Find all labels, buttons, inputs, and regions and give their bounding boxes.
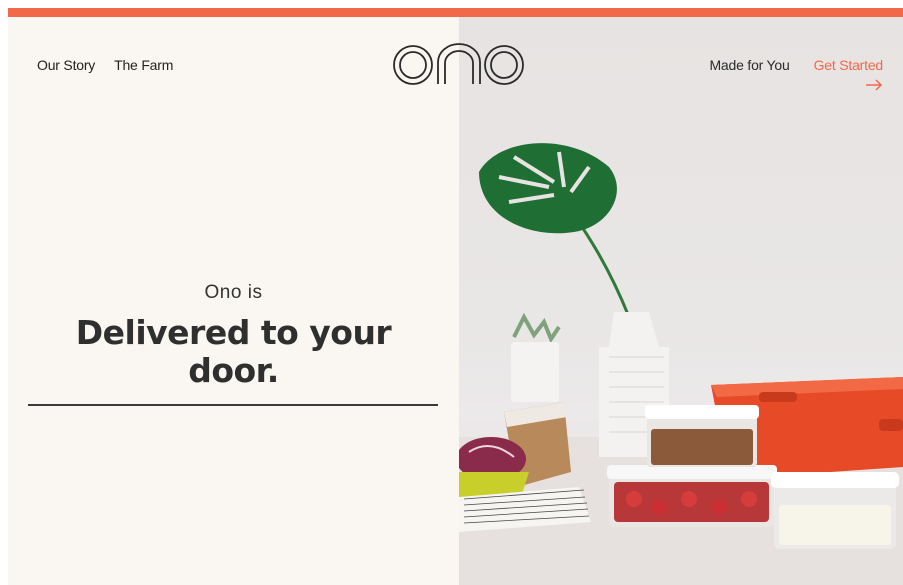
get-started-button[interactable]: Get Started [814,57,883,91]
secondary-nav: Made for You Get Started [709,57,883,91]
primary-nav: Our Story The Farm [37,57,173,73]
hero-intro: Ono is [204,282,263,303]
nav-link-the-farm[interactable]: The Farm [114,57,173,73]
ono-logo[interactable] [391,42,527,88]
nav-link-our-story[interactable]: Our Story [37,57,95,73]
kitchen-scene-illustration [459,143,903,585]
hero-title-line-1: Delivered to your [75,313,392,352]
top-accent-bar [8,8,903,17]
get-started-label: Get Started [813,57,884,73]
hero-title-line-2: door. [188,351,279,390]
arrow-right-icon [866,79,883,91]
nav-link-made-for-you[interactable]: Made for You [709,57,789,73]
monstera-leaf [479,143,631,318]
hero-title: Delivered to your door. [8,314,459,390]
hero-underline [28,404,438,406]
hero-image [459,17,903,585]
